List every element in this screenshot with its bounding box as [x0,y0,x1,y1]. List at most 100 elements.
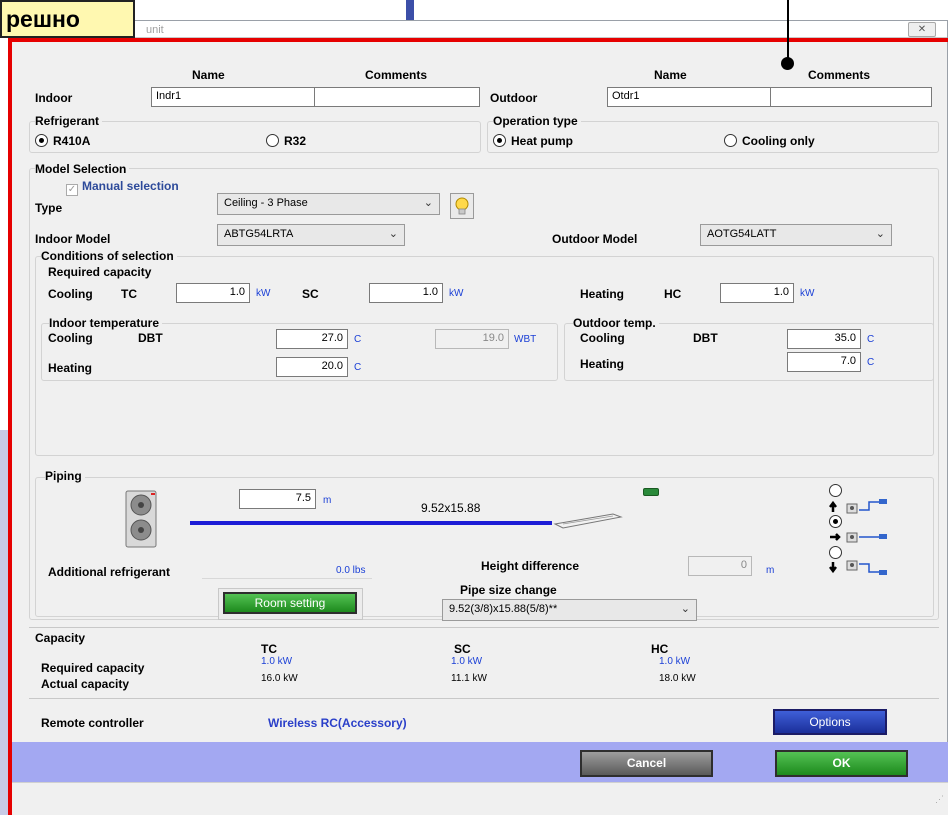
indoor-cooling-unit: C [354,334,362,345]
outdoor-heating-label: Heating [580,357,625,371]
capacity-header-tc: TC [261,642,277,656]
manual-selection-checkbox[interactable]: ✓ Manual selection [66,179,179,196]
layout-option-level-radio [829,515,842,528]
type-select[interactable]: Ceiling - 3 Phase ⌄ [217,193,440,215]
indoor-wbt-input[interactable]: 19.0 [435,329,509,349]
tc-label: TC [121,287,137,301]
capacity-header-hc: HC [651,642,669,656]
cancel-button[interactable]: Cancel [580,750,713,777]
title-bar: unit [9,21,947,38]
lightbulb-button[interactable] [450,193,474,219]
pipe-line [190,521,552,525]
red-accent-line [8,38,948,42]
left-edge-red [8,42,12,815]
name-header-outdoor: Name [654,68,687,82]
hc-unit: kW [800,288,815,299]
indoor-model-select[interactable]: ABTG54LRTA ⌄ [217,224,405,246]
layout-option-up[interactable] [829,484,919,514]
radio-heat-pump[interactable]: Heat pump [493,134,573,148]
outdoor-model-label: Outdoor Model [552,232,638,246]
pipe-down-icon [829,560,887,575]
indoor-cooling-dbt-input[interactable]: 27.0 [276,329,348,349]
conditions-title: Conditions of selection [41,249,177,263]
additional-refrigerant-value: 0.0 lbs [336,565,366,576]
pipe-length-input[interactable]: 7.5 [239,489,316,509]
indoor-name-input[interactable]: Indr1 [151,87,315,107]
indoor-model-value: ABTG54LRTA [224,228,294,240]
close-button[interactable]: ✕ [908,22,936,37]
radio-r410a[interactable]: R410A [35,134,90,148]
height-difference-input[interactable]: 0 [688,556,752,576]
radio-r32-indicator [266,134,279,147]
remote-controller-value: Wireless RC(Accessory) [268,716,407,730]
indoor-heating-dbt-input[interactable]: 20.0 [276,357,348,377]
ok-label: OK [832,756,851,770]
actual-capacity-label: Actual capacity [41,677,130,691]
room-setting-button[interactable]: Room setting [223,592,357,614]
callout-text: решно [6,6,80,32]
additional-refrigerant-label: Additional refrigerant [48,565,171,579]
hc-label: HC [664,287,682,301]
radio-r32[interactable]: R32 [266,134,306,148]
chevron-down-icon: ⌄ [423,197,433,209]
outdoor-unit-icon [125,490,157,548]
outdoor-model-select[interactable]: AOTG54LATT ⌄ [700,224,892,246]
layout-option-down-radio [829,546,842,559]
outdoor-comment-input[interactable] [770,87,932,107]
window-title: unit [146,24,164,36]
close-icon: ✕ [917,24,927,35]
piping-title: Piping [45,469,85,483]
background-top-strip [0,0,948,22]
outdoor-cooling-dbt-input[interactable]: 35.0 [787,329,861,349]
chevron-down-icon: ⌄ [875,228,885,240]
indoor-comment-input[interactable] [314,87,480,107]
pipe-size-change-label: Pipe size change [460,583,557,597]
radio-cooling-only-label: Cooling only [742,134,815,148]
sc-unit: kW [449,288,464,299]
left-edge-blue [0,430,8,815]
hc-input[interactable]: 1.0 [720,283,794,303]
refrigerant-title: Refrigerant [35,114,103,128]
layout-option-level[interactable] [829,515,919,543]
actual-hc-value: 18.0 kW [659,673,696,684]
name-header-indoor: Name [192,68,225,82]
outdoor-name-input[interactable]: Otdr1 [607,87,771,107]
operation-title: Operation type [493,114,581,128]
model-selection-title: Model Selection [35,162,130,176]
chevron-down-icon: ⌄ [680,603,690,615]
pipe-size-label: 9.52x15.88 [421,501,481,515]
outdoor-dbt-label: DBT [693,331,718,345]
resize-grip-icon[interactable]: ⋰ [932,795,944,808]
pipe-length-unit: m [323,495,332,506]
comments-header-outdoor: Comments [808,68,871,82]
radio-r32-label: R32 [284,134,307,148]
capacity-title: Capacity [35,631,86,645]
lightbulb-icon [455,197,469,215]
pipe-up-icon [829,499,887,514]
indoor-model-label: Indoor Model [35,232,111,246]
outdoor-model-value: AOTG54LATT [707,228,777,240]
radio-r410a-label: R410A [53,134,91,148]
options-button[interactable]: Options [773,709,887,735]
indoor-unit-icon [553,510,623,530]
tc-input[interactable]: 1.0 [176,283,250,303]
indoor-label: Indoor [35,91,73,105]
indoor-dbt-label: DBT [138,331,163,345]
indoor-temp-title: Indoor temperature [49,316,163,330]
chevron-down-icon: ⌄ [388,228,398,240]
cancel-label: Cancel [626,756,667,770]
layout-option-down[interactable] [829,546,919,575]
options-label: Options [809,715,851,729]
ok-button[interactable]: OK [775,750,908,777]
actual-tc-value: 16.0 kW [261,673,298,684]
required-sc-value: 1.0 kW [451,656,483,667]
room-setting-label: Room setting [254,596,326,610]
radio-cooling-only[interactable]: Cooling only [724,134,815,148]
pipe-size-change-select[interactable]: 9.52(3/8)x15.88(5/8)** ⌄ [442,599,697,621]
sc-input[interactable]: 1.0 [369,283,443,303]
outdoor-heating-dbt-input[interactable]: 7.0 [787,352,861,372]
checkbox-icon: ✓ [66,184,78,196]
indoor-cooling-label: Cooling [48,331,93,345]
radio-r410a-indicator [35,134,48,147]
height-difference-label: Height difference [481,559,580,573]
